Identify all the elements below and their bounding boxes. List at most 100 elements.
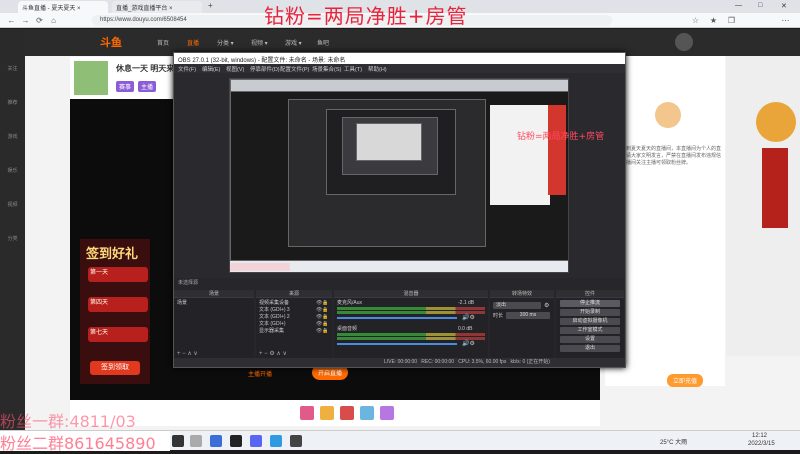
- close-window-button[interactable]: ✕: [781, 2, 787, 10]
- speaker-icon[interactable]: 🔊⚙: [462, 314, 475, 321]
- rail-item-category[interactable]: 分类: [4, 235, 21, 251]
- speaker-icon[interactable]: 🔊⚙: [462, 340, 475, 347]
- app-icon[interactable]: [210, 435, 222, 447]
- obs-taskbar-icon[interactable]: [230, 435, 242, 447]
- transition-select[interactable]: 淡出: [493, 302, 541, 309]
- weather-widget[interactable]: 25°C 大雨: [660, 437, 687, 446]
- event-side-panel: [726, 56, 800, 356]
- back-icon[interactable]: ←: [6, 15, 17, 26]
- checkin-panel: 签到好礼 第一天 第四天 第七天 签到领取: [80, 239, 150, 384]
- mic-volume-slider[interactable]: [337, 317, 457, 319]
- edge-icon[interactable]: [270, 435, 282, 447]
- source-controls[interactable]: + − ⚙ ∧ ∨: [259, 350, 287, 357]
- task-view-icon[interactable]: [190, 435, 202, 447]
- obs-status-bar: LIVE: 00:00:00 REC: 00:00:00 CPU: 3.5%, …: [174, 358, 625, 367]
- scenes-header: 场景: [174, 290, 254, 298]
- recharge-button[interactable]: 立即充值: [667, 374, 704, 387]
- source-item[interactable]: 显示器采集: [259, 328, 284, 334]
- favorites-icon[interactable]: ★: [708, 15, 719, 26]
- tag-1[interactable]: 赛事: [116, 81, 135, 92]
- visibility-lock-icons[interactable]: 👁🔒 👁🔒 👁🔒 👁🔒 👁🔒: [316, 300, 329, 335]
- menu-edit[interactable]: 编辑(E): [202, 65, 220, 73]
- obs-window[interactable]: OBS 27.0.1 (32-bit, windows) - 配置文件: 未命名…: [173, 52, 626, 368]
- gift-icon[interactable]: [380, 406, 394, 420]
- mixer-header: 混音器: [334, 290, 488, 298]
- obs-preview[interactable]: [229, 78, 569, 273]
- refresh-icon[interactable]: ⟳: [34, 15, 45, 26]
- source-item[interactable]: 视频采集设备: [259, 300, 289, 306]
- exit-button[interactable]: 退出: [560, 345, 620, 352]
- home-icon[interactable]: ⌂: [48, 15, 59, 26]
- star-icon[interactable]: ☆: [690, 15, 701, 26]
- menu-help[interactable]: 帮助(H): [368, 65, 387, 73]
- clock-date[interactable]: 2022/3/15: [748, 441, 775, 447]
- event-badge-icon[interactable]: [756, 102, 796, 142]
- transitions-header: 转场特效: [490, 290, 554, 298]
- user-avatar[interactable]: [675, 33, 693, 51]
- gift-icon[interactable]: [340, 406, 354, 420]
- gear-icon[interactable]: ⚙: [544, 302, 549, 309]
- settings-button[interactable]: 设置: [560, 336, 620, 343]
- menu-view[interactable]: 视图(V): [226, 65, 244, 73]
- rail-item-recommend[interactable]: 推荐: [4, 99, 21, 115]
- forward-icon[interactable]: →: [20, 15, 31, 26]
- event-banner[interactable]: [762, 148, 788, 228]
- douyu-logo[interactable]: 斗鱼: [100, 34, 122, 50]
- checkin-button[interactable]: 签到领取: [90, 361, 140, 375]
- gift-icon[interactable]: [300, 406, 314, 420]
- source-item[interactable]: 文本 (GDI+) 3: [259, 307, 290, 313]
- source-item[interactable]: 文本 (GDI+) 2: [259, 314, 290, 320]
- mixer-mic-db: -2.1 dB: [458, 300, 475, 306]
- nav-category[interactable]: 分类 ▾: [217, 38, 234, 47]
- virtual-camera-button[interactable]: 启动虚拟摄像机: [560, 318, 620, 325]
- mixer-mic-label: 麦克风/Aux: [337, 300, 363, 306]
- nav-live[interactable]: 直播: [187, 38, 199, 47]
- browser-tab-1[interactable]: 斗鱼直播 - 夏天夏天 ×: [18, 1, 108, 13]
- maximize-button[interactable]: □: [758, 2, 762, 9]
- scene-controls[interactable]: + − ∧ ∨: [177, 350, 198, 357]
- menu-tools[interactable]: 工具(T): [344, 65, 362, 73]
- nav-fishbar[interactable]: 鱼吧: [317, 38, 329, 47]
- obs-title-bar: OBS 27.0.1 (32-bit, windows) - 配置文件: 未命名…: [174, 53, 625, 64]
- collections-icon[interactable]: ❐: [726, 15, 737, 26]
- obs-icon[interactable]: [290, 435, 302, 447]
- streamer-avatar[interactable]: [74, 61, 108, 95]
- mixer-desktop-label: 桌面音频: [337, 326, 358, 332]
- rail-item-video[interactable]: 视频: [4, 201, 21, 217]
- nav-home[interactable]: 首页: [157, 38, 169, 47]
- overlay-inner-text: 钻粉=两局净胜+房管: [517, 132, 605, 142]
- studio-mode-button[interactable]: 工作室模式: [560, 327, 620, 334]
- minimize-button[interactable]: —: [735, 2, 742, 9]
- tag-2[interactable]: 主播: [138, 81, 157, 92]
- clock-time[interactable]: 12:12: [752, 433, 767, 439]
- bitrate-status: kb/s: 0 (正在开始): [510, 359, 550, 365]
- browser-tab-2[interactable]: 直播_游戏直播平台 ×: [112, 1, 202, 13]
- nav-video[interactable]: 视频 ▾: [251, 38, 268, 47]
- checkin-day-4: 第四天: [88, 297, 148, 312]
- start-recording-button[interactable]: 开始录制: [560, 309, 620, 316]
- start-icon[interactable]: [172, 435, 184, 447]
- duration-input[interactable]: 300 ms: [506, 312, 550, 319]
- rail-item-entertainment[interactable]: 娱乐: [4, 167, 21, 183]
- obs-docks: 未选择源 场景 场景 + − ∧ ∨ 来源 视频采集设备 文本 (GDI+) 3…: [174, 278, 625, 367]
- menu-file[interactable]: 文件(F): [178, 65, 196, 73]
- discord-icon[interactable]: [250, 435, 262, 447]
- stop-stream-button[interactable]: 停止推流: [560, 300, 620, 307]
- rail-item-follow[interactable]: 关注: [4, 65, 21, 81]
- scene-item[interactable]: 场景: [177, 300, 187, 306]
- menu-profile[interactable]: 配置文件(P): [280, 65, 309, 73]
- source-item[interactable]: 文本 (GDI+): [259, 321, 286, 327]
- gift-icon[interactable]: [360, 406, 374, 420]
- cpu-status: CPU: 3.5%, 60.00 fps: [458, 359, 507, 365]
- menu-scene-collection[interactable]: 场景集合(S): [312, 65, 341, 73]
- menu-icon[interactable]: ⋯: [780, 15, 791, 26]
- new-tab-button[interactable]: +: [208, 1, 213, 10]
- scenes-dock: 场景 场景 + − ∧ ∨: [174, 290, 254, 358]
- desktop-volume-slider[interactable]: [337, 343, 457, 345]
- rail-item-games[interactable]: 游戏: [4, 133, 21, 149]
- sources-header: 来源: [256, 290, 332, 298]
- nav-game[interactable]: 游戏 ▾: [285, 38, 302, 47]
- menu-docks[interactable]: 停靠部件(D): [250, 65, 280, 73]
- nested-capture-5: [356, 123, 422, 161]
- gift-icon[interactable]: [320, 406, 334, 420]
